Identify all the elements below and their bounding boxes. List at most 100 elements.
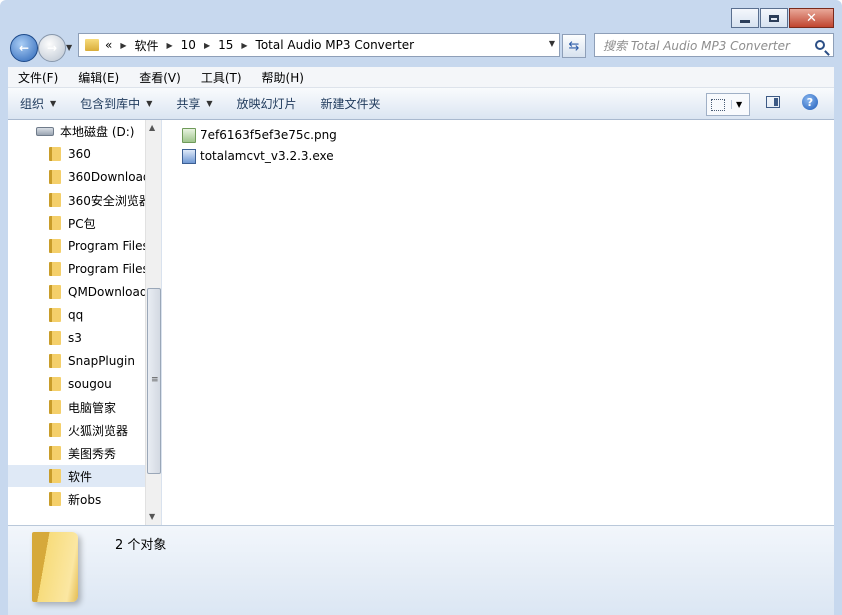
drive-icon [36,126,54,136]
nav-item-label: qq [68,308,84,322]
new-folder-button[interactable]: 新建文件夹 [309,95,393,112]
organize-button[interactable]: 组织 ▼ [8,95,68,112]
nav-item-folder[interactable]: 美图秀秀 [8,442,145,464]
slideshow-button[interactable]: 放映幻灯片 [225,95,309,112]
chevron-right-icon[interactable]: ▶ [167,41,173,50]
nav-item-label: Program Files [68,239,145,253]
preview-pane-icon[interactable] [766,96,780,108]
nav-item-label: 360Downloads [68,170,145,184]
details-pane: 2 个对象 [8,525,834,615]
nav-item-folder[interactable]: 新obs [8,488,145,510]
explorer-window: ✕ ← → ▼ « ▶ 软件 ▶ 10 ▶ 15 ▶ Total Audio M… [0,0,842,615]
folder-icon [49,147,61,161]
scroll-down-icon[interactable]: ▼ [149,512,155,521]
breadcrumb-item[interactable]: Total Audio MP3 Converter [256,38,415,52]
close-icon: ✕ [806,10,817,26]
nav-item-folder[interactable]: QMDownload [8,281,145,303]
menu-edit[interactable]: 编辑(E) [68,69,129,86]
scroll-thumb[interactable]: ≡ [147,288,161,474]
nav-scrollbar[interactable]: ▲ ≡ ▼ [145,120,162,525]
nav-item-disk-d[interactable]: 本地磁盘 (D:) [8,120,145,142]
nav-item-label: 本地磁盘 (D:) [60,124,135,139]
chevron-down-icon: ▼ [206,99,213,108]
folder-icon [49,331,61,345]
navigation-pane: 本地磁盘 (D:) 360 360Downloads 360安全浏览器 PC包 … [8,120,145,525]
share-label: 共享 [176,97,201,111]
search-placeholder[interactable]: 搜索 Total Audio MP3 Converter [603,37,815,54]
folder-icon [49,377,61,391]
address-bar[interactable]: « ▶ 软件 ▶ 10 ▶ 15 ▶ Total Audio MP3 Conve… [78,33,560,57]
help-icon[interactable]: ? [802,94,818,110]
maximize-button[interactable] [760,8,788,28]
file-item[interactable]: 7ef6163f5ef3e75c.png [182,125,337,145]
nav-item-folder[interactable]: s3 [8,327,145,349]
nav-item-label: 软件 [68,469,93,484]
folder-icon [49,285,61,299]
nav-item-folder[interactable]: SnapPlugin [8,350,145,372]
nav-item-label: 新obs [68,492,102,507]
nav-item-folder[interactable]: 火狐浏览器 [8,419,145,441]
search-input[interactable]: 搜索 Total Audio MP3 Converter [594,33,834,57]
breadcrumb-item[interactable]: 软件 [135,37,159,54]
file-name: totalamcvt_v3.2.3.exe [200,149,334,163]
change-view-button[interactable]: ▼ [706,93,750,116]
minimize-button[interactable] [731,8,759,28]
exe-file-icon [182,148,196,164]
folder-icon [49,400,61,414]
nav-item-folder-selected[interactable]: 软件 [8,465,145,487]
scroll-up-icon[interactable]: ▲ [149,123,155,132]
nav-item-folder[interactable]: 电脑管家 [8,396,145,418]
folder-large-icon [32,532,78,602]
nav-item-folder[interactable]: 360安全浏览器 [8,189,145,211]
nav-item-label: 美图秀秀 [68,446,117,461]
search-icon[interactable] [815,40,825,50]
nav-item-label: 360 [68,147,91,161]
nav-item-folder[interactable]: 360 [8,143,145,165]
folder-icon [49,308,61,322]
chevron-right-icon[interactable]: ▶ [120,41,126,50]
folder-icon [49,262,61,276]
chevron-right-icon[interactable]: ▶ [204,41,210,50]
breadcrumb-item[interactable]: 15 [218,38,233,52]
file-list: 7ef6163f5ef3e75c.png totalamcvt_v3.2.3.e… [161,120,834,525]
forward-button[interactable]: → [38,34,66,62]
folder-icon [49,469,61,483]
chevron-down-icon: ▼ [50,99,57,108]
file-name: 7ef6163f5ef3e75c.png [200,128,337,142]
include-in-library-button[interactable]: 包含到库中 ▼ [68,95,164,112]
menu-tools[interactable]: 工具(T) [191,69,252,86]
nav-item-label: s3 [68,331,82,345]
back-button[interactable]: ← [10,34,38,62]
nav-item-folder[interactable]: Program Files [8,258,145,280]
refresh-icon: ⇆ [568,38,580,54]
nav-item-label: QMDownload [68,285,145,299]
arrow-right-icon: → [46,41,58,55]
address-dropdown[interactable]: ▼ [549,39,555,48]
refresh-button[interactable]: ⇆ [562,34,586,58]
menu-view[interactable]: 查看(V) [129,69,191,86]
address-overflow[interactable]: « [105,38,112,52]
menu-bar: 文件(F) 编辑(E) 查看(V) 工具(T) 帮助(H) [8,67,834,88]
folder-icon [49,239,61,253]
close-button[interactable]: ✕ [789,8,834,28]
file-item[interactable]: totalamcvt_v3.2.3.exe [182,146,334,166]
chevron-down-icon[interactable]: ▼ [731,100,742,109]
organize-label: 组织 [20,97,45,111]
folder-icon [49,423,61,437]
nav-item-folder[interactable]: qq [8,304,145,326]
recent-pages-dropdown[interactable]: ▼ [66,43,72,52]
chevron-down-icon: ▼ [146,99,153,108]
menu-file[interactable]: 文件(F) [8,69,68,86]
share-button[interactable]: 共享 ▼ [164,95,224,112]
maximize-icon [769,14,779,22]
minimize-icon [740,19,750,23]
nav-item-label: sougou [68,377,112,391]
nav-item-folder[interactable]: Program Files [8,235,145,257]
menu-help[interactable]: 帮助(H) [252,69,314,86]
nav-item-folder[interactable]: sougou [8,373,145,395]
chevron-right-icon[interactable]: ▶ [241,41,247,50]
nav-item-folder[interactable]: 360Downloads [8,166,145,188]
nav-item-folder[interactable]: PC包 [8,212,145,234]
breadcrumb-item[interactable]: 10 [181,38,196,52]
folder-icon [49,354,61,368]
